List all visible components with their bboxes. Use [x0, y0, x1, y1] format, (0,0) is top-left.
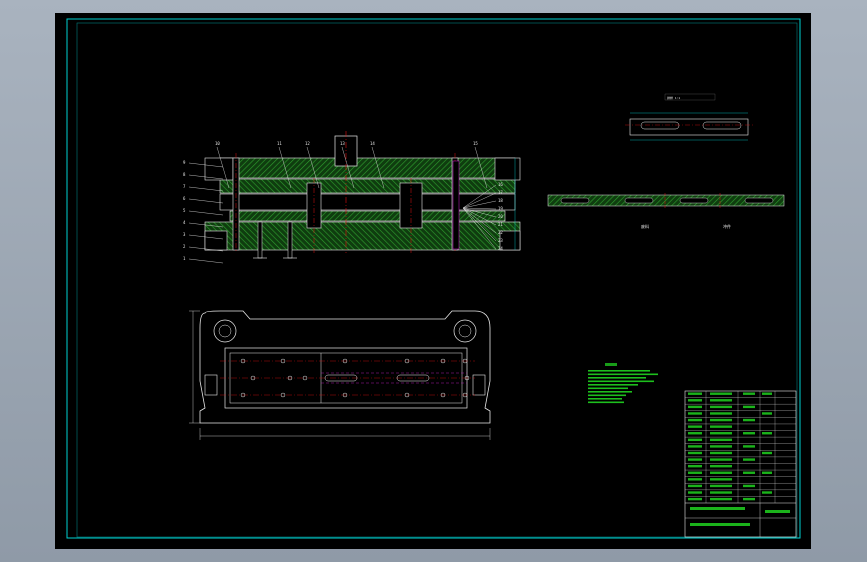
- strip-top: [629, 118, 749, 136]
- part-label-left: 2: [183, 244, 186, 249]
- stripper-plate: [219, 193, 516, 211]
- svg-text:排样 1:1: 排样 1:1: [667, 95, 680, 100]
- part-label-left: 6: [183, 196, 186, 201]
- die-assembly-drawing: 排样 1:1 废料 冲件 98765432110 11 12 13 14 151…: [66, 18, 801, 539]
- technical-requirements: [588, 363, 658, 404]
- strip-label-part: 冲件: [723, 223, 731, 229]
- part-label-top: 10: [215, 141, 220, 146]
- lift-hole-left: [213, 319, 237, 343]
- punch-plate: [219, 178, 516, 194]
- left-lower-block: [204, 230, 228, 251]
- part-label-top: 15: [473, 141, 478, 146]
- title-block: [684, 390, 797, 538]
- upper-die-plate: [219, 157, 516, 179]
- screw-1: [257, 221, 263, 259]
- part-label-right: 24: [498, 246, 503, 251]
- strip-label-scrap: 废料: [641, 223, 649, 229]
- right-lower-block: [499, 230, 521, 251]
- part-label-left: 7: [183, 184, 186, 189]
- part-label-left: 1: [183, 256, 186, 261]
- part-label-top: 12: [305, 141, 310, 146]
- part-label-right: 16: [498, 182, 503, 187]
- part-label-left: 3: [183, 232, 186, 237]
- part-label-right: 23: [498, 238, 503, 243]
- part-label-right: 20: [498, 214, 503, 219]
- lower-plate-outline: [199, 310, 491, 424]
- stop-pin: [452, 160, 460, 250]
- left-guide-block: [204, 157, 234, 181]
- part-label-right: 18: [498, 198, 503, 203]
- lower-die-base: [204, 221, 521, 251]
- lift-hole-right: [453, 319, 477, 343]
- part-label-right: 21: [498, 222, 503, 227]
- part-label-top: 14: [370, 141, 375, 146]
- part-label-top: 11: [277, 141, 282, 146]
- right-guide-block: [494, 157, 521, 181]
- part-label-right: 19: [498, 206, 503, 211]
- part-label-top: 13: [340, 141, 345, 146]
- plan-view: [189, 310, 491, 440]
- die-plate: [229, 210, 506, 222]
- screw-2: [287, 221, 293, 259]
- part-label-left: 4: [183, 220, 186, 225]
- part-label-left: 9: [183, 160, 186, 165]
- part-label-left: 5: [183, 208, 186, 213]
- cad-drawing-viewport[interactable]: 排样 1:1 废料 冲件 9 8 7 6 5 4 3 2 1 10 11 12 …: [55, 13, 811, 549]
- part-label-left: 8: [183, 172, 186, 177]
- foot-left: [204, 374, 218, 396]
- strip-layout-view: 排样 1:1 废料 冲件: [547, 93, 785, 229]
- front-section-view: [188, 131, 521, 264]
- part-label-right: 22: [498, 230, 503, 235]
- part-label-right: 17: [498, 190, 503, 195]
